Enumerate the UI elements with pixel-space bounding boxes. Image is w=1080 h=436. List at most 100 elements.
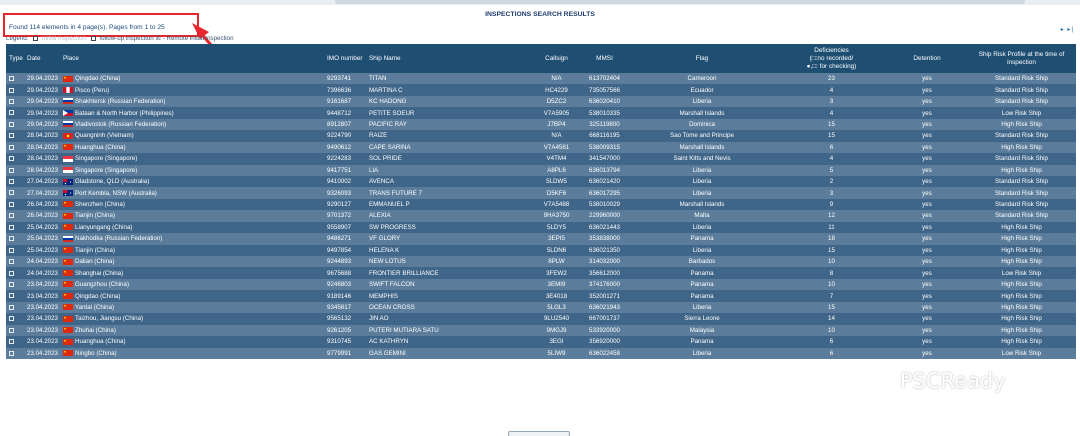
row-checkbox-icon[interactable] — [9, 190, 14, 196]
row-deficiencies[interactable]: 10 — [776, 324, 887, 337]
row-checkbox-icon[interactable] — [9, 110, 14, 116]
table-row[interactable]: 24.04.2023 Dalian (China) 9244893 NEW LOTUS… — [6, 256, 1076, 268]
row-imo[interactable]: 9779991 — [324, 347, 366, 359]
table-row[interactable]: 28.04.2023 Singapore (Singapore) 9224283 SO… — [6, 153, 1076, 165]
row-ship-name[interactable]: SW PROGRESS — [366, 221, 532, 234]
row-type-cell[interactable] — [6, 278, 24, 291]
row-ship-name[interactable]: PUTERI MUTIARA SATU — [366, 324, 532, 337]
row-type-cell[interactable] — [6, 347, 24, 359]
row-deficiencies[interactable]: 3 — [776, 187, 887, 199]
row-imo[interactable]: 9417751 — [324, 164, 366, 176]
row-ship-name[interactable]: MEMPHIS — [366, 290, 532, 302]
row-deficiencies[interactable]: 3 — [776, 95, 887, 108]
table-row[interactable]: 23.04.2023 Yantai (China) 9345817 OCEAN CRO… — [6, 301, 1076, 314]
row-deficiencies[interactable]: 6 — [776, 141, 887, 154]
row-checkbox-icon[interactable] — [9, 156, 14, 162]
row-type-cell[interactable] — [6, 130, 24, 142]
col-callsign[interactable]: Callsign — [532, 44, 581, 73]
row-deficiencies[interactable]: 9 — [776, 198, 887, 211]
row-ship-name[interactable]: TITAN — [366, 73, 532, 85]
table-row[interactable]: 23.04.2023 Ningbo (China) 9779991 GAS GEMIN… — [6, 347, 1076, 359]
row-checkbox-icon[interactable] — [9, 133, 14, 139]
table-row[interactable]: 29.04.2023 Bataan & North Harbor (Philipp… — [6, 107, 1076, 119]
row-ship-name[interactable]: LIA — [366, 164, 532, 176]
row-deficiencies[interactable]: 12 — [776, 210, 887, 222]
row-type-cell[interactable] — [6, 324, 24, 337]
row-type-cell[interactable] — [6, 198, 24, 211]
row-checkbox-icon[interactable] — [9, 316, 14, 322]
row-deficiencies[interactable]: 14 — [776, 313, 887, 325]
row-checkbox-icon[interactable] — [9, 339, 14, 345]
row-type-cell[interactable] — [6, 107, 24, 119]
row-checkbox-icon[interactable] — [9, 327, 14, 333]
row-checkbox-icon[interactable] — [9, 247, 14, 253]
row-ship-name[interactable]: ALEXIA — [366, 210, 532, 222]
row-type-cell[interactable] — [6, 153, 24, 165]
table-row[interactable]: 23.04.2023 Taizhou, Jiangsu (China) 956513… — [6, 313, 1076, 325]
col-ship-name[interactable]: Ship Name — [366, 44, 532, 73]
row-checkbox-icon[interactable] — [9, 167, 14, 173]
table-row[interactable]: 27.04.2023 Port Kembla, NSW (Australia) 93… — [6, 187, 1076, 199]
row-type-cell[interactable] — [6, 336, 24, 348]
row-type-cell[interactable] — [6, 95, 24, 108]
row-checkbox-icon[interactable] — [9, 213, 14, 219]
row-type-cell[interactable] — [6, 256, 24, 268]
table-row[interactable]: 28.04.2023 Singapore (Singapore) 9417751 LI… — [6, 164, 1076, 176]
row-imo[interactable]: 9410002 — [324, 175, 366, 188]
top-scrollbar[interactable] — [335, 0, 1025, 4]
row-ship-name[interactable]: NEW LOTUS — [366, 256, 532, 268]
row-deficiencies[interactable]: 15 — [776, 244, 887, 256]
table-row[interactable]: 29.04.2023 Qingdao (China) 9293741 TITAN N/A… — [6, 73, 1076, 85]
row-checkbox-icon[interactable] — [9, 281, 14, 287]
row-ship-name[interactable]: PACIFIC RAY — [366, 118, 532, 131]
row-deficiencies[interactable]: 7 — [776, 290, 887, 302]
col-flag[interactable]: Flag — [628, 44, 776, 73]
row-checkbox-icon[interactable] — [9, 201, 14, 207]
row-imo[interactable]: 9161687 — [324, 95, 366, 108]
bottom-button[interactable] — [508, 431, 570, 436]
row-checkbox-icon[interactable] — [9, 236, 14, 242]
row-ship-name[interactable]: JIN AO — [366, 313, 532, 325]
row-ship-name[interactable]: AC KATHRYN — [366, 336, 532, 348]
row-imo[interactable]: 9244893 — [324, 256, 366, 268]
table-row[interactable]: 23.04.2023 Guangzhou (China) 9246803 SWIFT … — [6, 278, 1076, 291]
row-deficiencies[interactable]: 2 — [776, 175, 887, 188]
row-ship-name[interactable]: FRONTIER BRILLIANCE — [366, 267, 532, 279]
row-type-cell[interactable] — [6, 84, 24, 96]
row-deficiencies[interactable]: 4 — [776, 153, 887, 165]
table-row[interactable]: 23.04.2023 Zhuhai (China) 9261205 PUTERI MU… — [6, 324, 1076, 337]
table-row[interactable]: 27.04.2023 Gladstone, QLD (Australia) 9410… — [6, 175, 1076, 188]
row-imo[interactable]: 9224283 — [324, 153, 366, 165]
row-deficiencies[interactable]: 6 — [776, 347, 887, 359]
row-ship-name[interactable]: CAPE SARINA — [366, 141, 532, 154]
row-imo[interactable]: 9290127 — [324, 198, 366, 211]
row-imo[interactable]: 9189146 — [324, 290, 366, 302]
col-mmsi[interactable]: MMSI — [581, 44, 628, 73]
col-risk-profile[interactable]: Ship Risk Profile at the time of inspect… — [967, 44, 1076, 73]
row-type-cell[interactable] — [6, 313, 24, 325]
table-row[interactable]: 28.04.2023 Huanghua (China) 9490612 CAPE SA… — [6, 141, 1076, 154]
row-ship-name[interactable]: PETITE SOEUR — [366, 107, 532, 119]
row-imo[interactable]: 9701372 — [324, 210, 366, 222]
row-imo[interactable]: 9326093 — [324, 187, 366, 199]
row-checkbox-icon[interactable] — [9, 224, 14, 230]
col-imo[interactable]: IMO number — [324, 44, 366, 73]
row-imo[interactable]: 9558907 — [324, 221, 366, 234]
row-checkbox-icon[interactable] — [9, 270, 14, 276]
table-row[interactable]: 23.04.2023 Huanghua (China) 9310745 AC KATH… — [6, 336, 1076, 348]
row-imo[interactable]: 9490612 — [324, 141, 366, 154]
row-deficiencies[interactable]: 15 — [776, 118, 887, 131]
row-ship-name[interactable]: RAIZE — [366, 130, 532, 142]
row-deficiencies[interactable]: 10 — [776, 256, 887, 268]
row-checkbox-icon[interactable] — [9, 350, 14, 356]
row-checkbox-icon[interactable] — [9, 304, 14, 310]
row-imo[interactable]: 9497854 — [324, 244, 366, 256]
row-ship-name[interactable]: HELENA K — [366, 244, 532, 256]
row-imo[interactable]: 9310745 — [324, 336, 366, 348]
row-deficiencies[interactable]: 10 — [776, 278, 887, 291]
col-place[interactable]: Place — [60, 44, 324, 73]
table-row[interactable]: 29.04.2023 Shakhtersk (Russian Federation… — [6, 95, 1076, 108]
row-ship-name[interactable]: KC HADONG — [366, 95, 532, 108]
row-type-cell[interactable] — [6, 267, 24, 279]
row-checkbox-icon[interactable] — [9, 76, 14, 82]
